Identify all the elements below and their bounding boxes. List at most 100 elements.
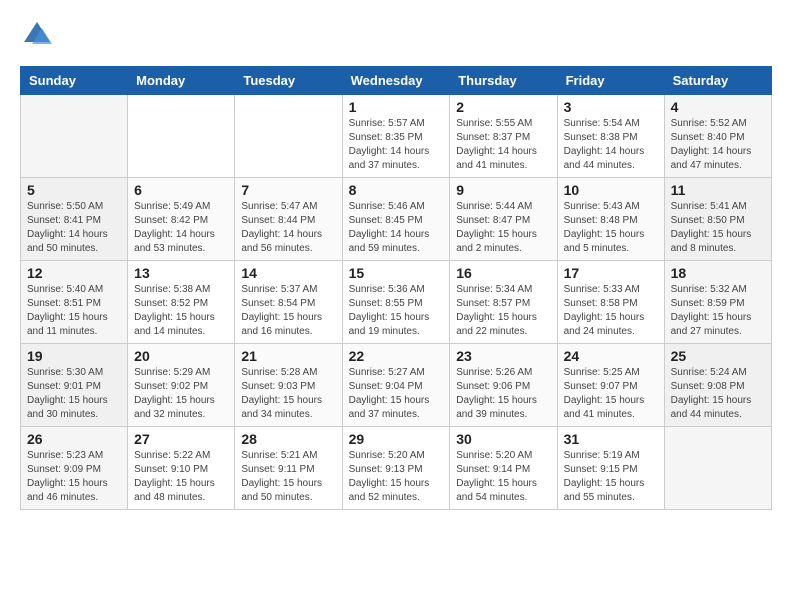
- day-info: Sunrise: 5:23 AM Sunset: 9:09 PM Dayligh…: [27, 449, 121, 505]
- day-number: 28: [241, 431, 335, 447]
- day-number: 1: [349, 99, 444, 115]
- day-number: 6: [134, 182, 228, 198]
- weekday-header-wednesday: Wednesday: [342, 67, 450, 95]
- weekday-header-saturday: Saturday: [664, 67, 771, 95]
- day-number: 12: [27, 265, 121, 281]
- calendar-day-cell: 16 Sunrise: 5:34 AM Sunset: 8:57 PM Dayli…: [450, 261, 557, 344]
- day-info: Sunrise: 5:27 AM Sunset: 9:04 PM Dayligh…: [349, 366, 444, 422]
- calendar-day-cell: 11Sunrise: 5:41 AM Sunset: 8:50 PM Dayli…: [664, 178, 771, 261]
- day-info: Sunrise: 5:50 AM Sunset: 8:41 PM Dayligh…: [27, 200, 121, 256]
- day-info: Sunrise: 5:46 AM Sunset: 8:45 PM Dayligh…: [349, 200, 444, 256]
- day-number: 22: [349, 348, 444, 364]
- calendar-day-cell: 1 Sunrise: 5:57 AM Sunset: 8:35 PM Daylig…: [342, 95, 450, 178]
- calendar-day-cell: 31 Sunrise: 5:19 AM Sunset: 9:15 PM Dayli…: [557, 427, 664, 510]
- day-number: 29: [349, 431, 444, 447]
- day-number: 26: [27, 431, 121, 447]
- calendar-day-cell: 27 Sunrise: 5:22 AM Sunset: 9:10 PM Dayli…: [128, 427, 235, 510]
- day-info: Sunrise: 5:44 AM Sunset: 8:47 PM Dayligh…: [456, 200, 550, 256]
- calendar-week-row: 19Sunrise: 5:30 AM Sunset: 9:01 PM Dayli…: [21, 344, 772, 427]
- day-info: Sunrise: 5:47 AM Sunset: 8:44 PM Dayligh…: [241, 200, 335, 256]
- day-number: 31: [564, 431, 658, 447]
- calendar-day-cell: 29 Sunrise: 5:20 AM Sunset: 9:13 PM Dayli…: [342, 427, 450, 510]
- day-info: Sunrise: 5:36 AM Sunset: 8:55 PM Dayligh…: [349, 283, 444, 339]
- calendar-week-row: 26 Sunrise: 5:23 AM Sunset: 9:09 PM Dayli…: [21, 427, 772, 510]
- day-info: Sunrise: 5:28 AM Sunset: 9:03 PM Dayligh…: [241, 366, 335, 422]
- day-number: 21: [241, 348, 335, 364]
- day-number: 9: [456, 182, 550, 198]
- calendar-day-cell: 3 Sunrise: 5:54 AM Sunset: 8:38 PM Daylig…: [557, 95, 664, 178]
- day-number: 19: [27, 348, 121, 364]
- empty-cell: [128, 95, 235, 178]
- calendar-day-cell: 15 Sunrise: 5:36 AM Sunset: 8:55 PM Dayli…: [342, 261, 450, 344]
- day-number: 27: [134, 431, 228, 447]
- logo: [20, 20, 52, 50]
- day-info: Sunrise: 5:33 AM Sunset: 8:58 PM Dayligh…: [564, 283, 658, 339]
- day-info: Sunrise: 5:19 AM Sunset: 9:15 PM Dayligh…: [564, 449, 658, 505]
- day-number: 14: [241, 265, 335, 281]
- calendar-day-cell: 17 Sunrise: 5:33 AM Sunset: 8:58 PM Dayli…: [557, 261, 664, 344]
- calendar-day-cell: 19Sunrise: 5:30 AM Sunset: 9:01 PM Dayli…: [21, 344, 128, 427]
- day-number: 23: [456, 348, 550, 364]
- day-number: 17: [564, 265, 658, 281]
- day-number: 18: [671, 265, 765, 281]
- calendar-day-cell: 23 Sunrise: 5:26 AM Sunset: 9:06 PM Dayli…: [450, 344, 557, 427]
- day-number: 3: [564, 99, 658, 115]
- calendar-header-row: SundayMondayTuesdayWednesdayThursdayFrid…: [21, 67, 772, 95]
- day-info: Sunrise: 5:52 AM Sunset: 8:40 PM Dayligh…: [671, 117, 765, 173]
- day-number: 16: [456, 265, 550, 281]
- calendar-day-cell: 21 Sunrise: 5:28 AM Sunset: 9:03 PM Dayli…: [235, 344, 342, 427]
- day-info: Sunrise: 5:20 AM Sunset: 9:13 PM Dayligh…: [349, 449, 444, 505]
- calendar-day-cell: 7 Sunrise: 5:47 AM Sunset: 8:44 PM Daylig…: [235, 178, 342, 261]
- day-info: Sunrise: 5:34 AM Sunset: 8:57 PM Dayligh…: [456, 283, 550, 339]
- calendar-day-cell: 10 Sunrise: 5:43 AM Sunset: 8:48 PM Dayli…: [557, 178, 664, 261]
- calendar-day-cell: 8Sunrise: 5:46 AM Sunset: 8:45 PM Daylig…: [342, 178, 450, 261]
- calendar-day-cell: 5 Sunrise: 5:50 AM Sunset: 8:41 PM Daylig…: [21, 178, 128, 261]
- day-number: 7: [241, 182, 335, 198]
- day-number: 30: [456, 431, 550, 447]
- calendar-day-cell: 28 Sunrise: 5:21 AM Sunset: 9:11 PM Dayli…: [235, 427, 342, 510]
- day-info: Sunrise: 5:32 AM Sunset: 8:59 PM Dayligh…: [671, 283, 765, 339]
- day-number: 5: [27, 182, 121, 198]
- day-number: 2: [456, 99, 550, 115]
- calendar-week-row: 12 Sunrise: 5:40 AM Sunset: 8:51 PM Dayli…: [21, 261, 772, 344]
- day-info: Sunrise: 5:55 AM Sunset: 8:37 PM Dayligh…: [456, 117, 550, 173]
- empty-cell: [235, 95, 342, 178]
- calendar-day-cell: 14Sunrise: 5:37 AM Sunset: 8:54 PM Dayli…: [235, 261, 342, 344]
- day-info: Sunrise: 5:25 AM Sunset: 9:07 PM Dayligh…: [564, 366, 658, 422]
- empty-cell: [664, 427, 771, 510]
- calendar-day-cell: 4 Sunrise: 5:52 AM Sunset: 8:40 PM Daylig…: [664, 95, 771, 178]
- day-info: Sunrise: 5:21 AM Sunset: 9:11 PM Dayligh…: [241, 449, 335, 505]
- day-number: 15: [349, 265, 444, 281]
- calendar-day-cell: 24Sunrise: 5:25 AM Sunset: 9:07 PM Dayli…: [557, 344, 664, 427]
- calendar-week-row: 1 Sunrise: 5:57 AM Sunset: 8:35 PM Daylig…: [21, 95, 772, 178]
- calendar-day-cell: 6Sunrise: 5:49 AM Sunset: 8:42 PM Daylig…: [128, 178, 235, 261]
- calendar-day-cell: 22 Sunrise: 5:27 AM Sunset: 9:04 PM Dayli…: [342, 344, 450, 427]
- logo-icon: [22, 20, 52, 50]
- empty-cell: [21, 95, 128, 178]
- page-header: [20, 20, 772, 50]
- weekday-header-sunday: Sunday: [21, 67, 128, 95]
- day-info: Sunrise: 5:20 AM Sunset: 9:14 PM Dayligh…: [456, 449, 550, 505]
- day-info: Sunrise: 5:57 AM Sunset: 8:35 PM Dayligh…: [349, 117, 444, 173]
- calendar-day-cell: 20 Sunrise: 5:29 AM Sunset: 9:02 PM Dayli…: [128, 344, 235, 427]
- day-info: Sunrise: 5:43 AM Sunset: 8:48 PM Dayligh…: [564, 200, 658, 256]
- day-number: 4: [671, 99, 765, 115]
- calendar-week-row: 5 Sunrise: 5:50 AM Sunset: 8:41 PM Daylig…: [21, 178, 772, 261]
- day-info: Sunrise: 5:38 AM Sunset: 8:52 PM Dayligh…: [134, 283, 228, 339]
- day-number: 20: [134, 348, 228, 364]
- day-info: Sunrise: 5:54 AM Sunset: 8:38 PM Dayligh…: [564, 117, 658, 173]
- day-info: Sunrise: 5:41 AM Sunset: 8:50 PM Dayligh…: [671, 200, 765, 256]
- day-number: 25: [671, 348, 765, 364]
- day-info: Sunrise: 5:26 AM Sunset: 9:06 PM Dayligh…: [456, 366, 550, 422]
- calendar-table: SundayMondayTuesdayWednesdayThursdayFrid…: [20, 66, 772, 510]
- weekday-header-thursday: Thursday: [450, 67, 557, 95]
- calendar-day-cell: 2 Sunrise: 5:55 AM Sunset: 8:37 PM Daylig…: [450, 95, 557, 178]
- weekday-header-friday: Friday: [557, 67, 664, 95]
- day-info: Sunrise: 5:22 AM Sunset: 9:10 PM Dayligh…: [134, 449, 228, 505]
- day-info: Sunrise: 5:40 AM Sunset: 8:51 PM Dayligh…: [27, 283, 121, 339]
- weekday-header-tuesday: Tuesday: [235, 67, 342, 95]
- day-info: Sunrise: 5:29 AM Sunset: 9:02 PM Dayligh…: [134, 366, 228, 422]
- calendar-day-cell: 26 Sunrise: 5:23 AM Sunset: 9:09 PM Dayli…: [21, 427, 128, 510]
- day-number: 13: [134, 265, 228, 281]
- day-number: 10: [564, 182, 658, 198]
